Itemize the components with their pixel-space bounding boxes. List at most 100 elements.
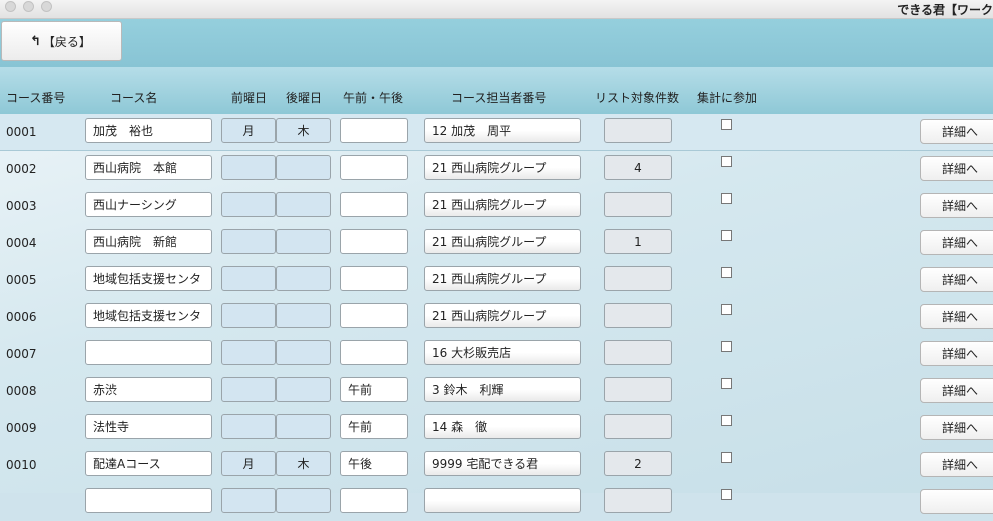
prev-day-field[interactable]: [221, 155, 276, 180]
list-count-field[interactable]: [604, 340, 672, 365]
detail-button[interactable]: 詳細へ: [920, 230, 993, 255]
col-am-pm: 午前・午後: [343, 91, 404, 105]
staff-select[interactable]: 3 鈴木 利輝: [424, 377, 581, 402]
staff-select[interactable]: 9999 宅配できる君: [424, 451, 581, 476]
detail-button[interactable]: 詳細へ: [920, 378, 993, 403]
window-minimize-button[interactable]: [23, 1, 34, 12]
course-name-field[interactable]: 西山病院 新館: [85, 229, 212, 254]
back-button[interactable]: ↰ 【戻る】: [1, 21, 122, 61]
am-pm-field[interactable]: [340, 155, 408, 180]
back-arrow-icon: ↰: [30, 33, 41, 49]
prev-day-field[interactable]: [221, 192, 276, 217]
staff-select[interactable]: 14 森 徹: [424, 414, 581, 439]
next-day-field[interactable]: [276, 192, 331, 217]
list-count-field[interactable]: [604, 266, 672, 291]
am-pm-field[interactable]: [340, 229, 408, 254]
col-staff-no: コース担当者番号: [451, 91, 547, 105]
detail-button[interactable]: 詳細へ: [920, 267, 993, 292]
list-count-field[interactable]: 4: [604, 155, 672, 180]
col-list-count: リスト対象件数: [595, 91, 680, 105]
prev-day-field[interactable]: [221, 266, 276, 291]
window-close-button[interactable]: [5, 1, 16, 12]
prev-day-field[interactable]: [221, 414, 276, 439]
next-day-field[interactable]: [276, 340, 331, 365]
detail-button[interactable]: 詳細へ: [920, 341, 993, 366]
aggregate-checkbox[interactable]: [721, 267, 732, 278]
course-name-field[interactable]: 加茂 裕也: [85, 118, 212, 143]
staff-select[interactable]: 16 大杉販売店: [424, 340, 581, 365]
col-course-no: コース番号: [6, 91, 66, 105]
prev-day-field[interactable]: 月: [221, 118, 276, 143]
list-count-field[interactable]: [604, 414, 672, 439]
aggregate-checkbox[interactable]: [721, 304, 732, 315]
aggregate-checkbox[interactable]: [721, 489, 732, 500]
course-name-field[interactable]: 地域包括支援センタ: [85, 266, 212, 291]
list-count-field[interactable]: [604, 192, 672, 217]
aggregate-checkbox[interactable]: [721, 452, 732, 463]
course-name-field[interactable]: [85, 340, 212, 365]
next-day-field[interactable]: [276, 377, 331, 402]
am-pm-field[interactable]: [340, 266, 408, 291]
next-day-field[interactable]: [276, 229, 331, 254]
aggregate-checkbox[interactable]: [721, 378, 732, 389]
list-count-field[interactable]: [604, 377, 672, 402]
am-pm-field[interactable]: 午前: [340, 377, 408, 402]
prev-day-field[interactable]: [221, 377, 276, 402]
am-pm-field[interactable]: [340, 192, 408, 217]
next-day-field[interactable]: [276, 303, 331, 328]
am-pm-field[interactable]: [340, 303, 408, 328]
aggregate-checkbox[interactable]: [721, 156, 732, 167]
list-count-field[interactable]: 1: [604, 229, 672, 254]
course-name-field[interactable]: [85, 488, 212, 513]
aggregate-checkbox[interactable]: [721, 193, 732, 204]
detail-button[interactable]: 詳細へ: [920, 452, 993, 477]
detail-button[interactable]: 詳細へ: [920, 193, 993, 218]
window-zoom-button[interactable]: [41, 1, 52, 12]
next-day-field[interactable]: [276, 155, 331, 180]
aggregate-checkbox[interactable]: [721, 230, 732, 241]
aggregate-checkbox[interactable]: [721, 341, 732, 352]
course-name-field[interactable]: 地域包括支援センタ: [85, 303, 212, 328]
staff-select[interactable]: 21 西山病院グループ: [424, 229, 581, 254]
course-name-field[interactable]: 配達Aコース: [85, 451, 212, 476]
detail-button[interactable]: 詳細へ: [920, 156, 993, 181]
next-day-field[interactable]: [276, 414, 331, 439]
staff-select[interactable]: 21 西山病院グループ: [424, 155, 581, 180]
course-name-field[interactable]: 法性寺: [85, 414, 212, 439]
prev-day-field[interactable]: 月: [221, 451, 276, 476]
detail-button[interactable]: 詳細へ: [920, 415, 993, 440]
list-count-field[interactable]: [604, 118, 672, 143]
aggregate-checkbox[interactable]: [721, 119, 732, 130]
course-no: 0005: [6, 273, 37, 287]
staff-select[interactable]: 12 加茂 周平: [424, 118, 581, 143]
staff-select[interactable]: 21 西山病院グループ: [424, 266, 581, 291]
col-aggregate: 集計に参加: [697, 91, 758, 105]
am-pm-field[interactable]: 午前: [340, 414, 408, 439]
course-name-field[interactable]: 西山ナーシング: [85, 192, 212, 217]
aggregate-checkbox[interactable]: [721, 415, 732, 426]
next-day-field[interactable]: 木: [276, 118, 331, 143]
prev-day-field[interactable]: [221, 303, 276, 328]
detail-button[interactable]: 詳細へ: [920, 119, 993, 144]
prev-day-field[interactable]: [221, 229, 276, 254]
detail-button[interactable]: 詳細へ: [920, 304, 993, 329]
am-pm-field[interactable]: [340, 488, 408, 513]
am-pm-field[interactable]: [340, 340, 408, 365]
course-no: 0002: [6, 162, 37, 176]
staff-select[interactable]: [424, 488, 581, 513]
next-day-field[interactable]: 木: [276, 451, 331, 476]
prev-day-field[interactable]: [221, 340, 276, 365]
staff-select[interactable]: 21 西山病院グループ: [424, 192, 581, 217]
course-name-field[interactable]: 赤渋: [85, 377, 212, 402]
course-no: 0009: [6, 421, 37, 435]
course-name-field[interactable]: 西山病院 本館: [85, 155, 212, 180]
staff-select[interactable]: 21 西山病院グループ: [424, 303, 581, 328]
am-pm-field[interactable]: [340, 118, 408, 143]
list-count-field[interactable]: 2: [604, 451, 672, 476]
list-count-field[interactable]: [604, 303, 672, 328]
list-count-field[interactable]: [604, 488, 672, 513]
next-day-field[interactable]: [276, 266, 331, 291]
next-day-field[interactable]: [276, 488, 331, 513]
prev-day-field[interactable]: [221, 488, 276, 513]
am-pm-field[interactable]: 午後: [340, 451, 408, 476]
